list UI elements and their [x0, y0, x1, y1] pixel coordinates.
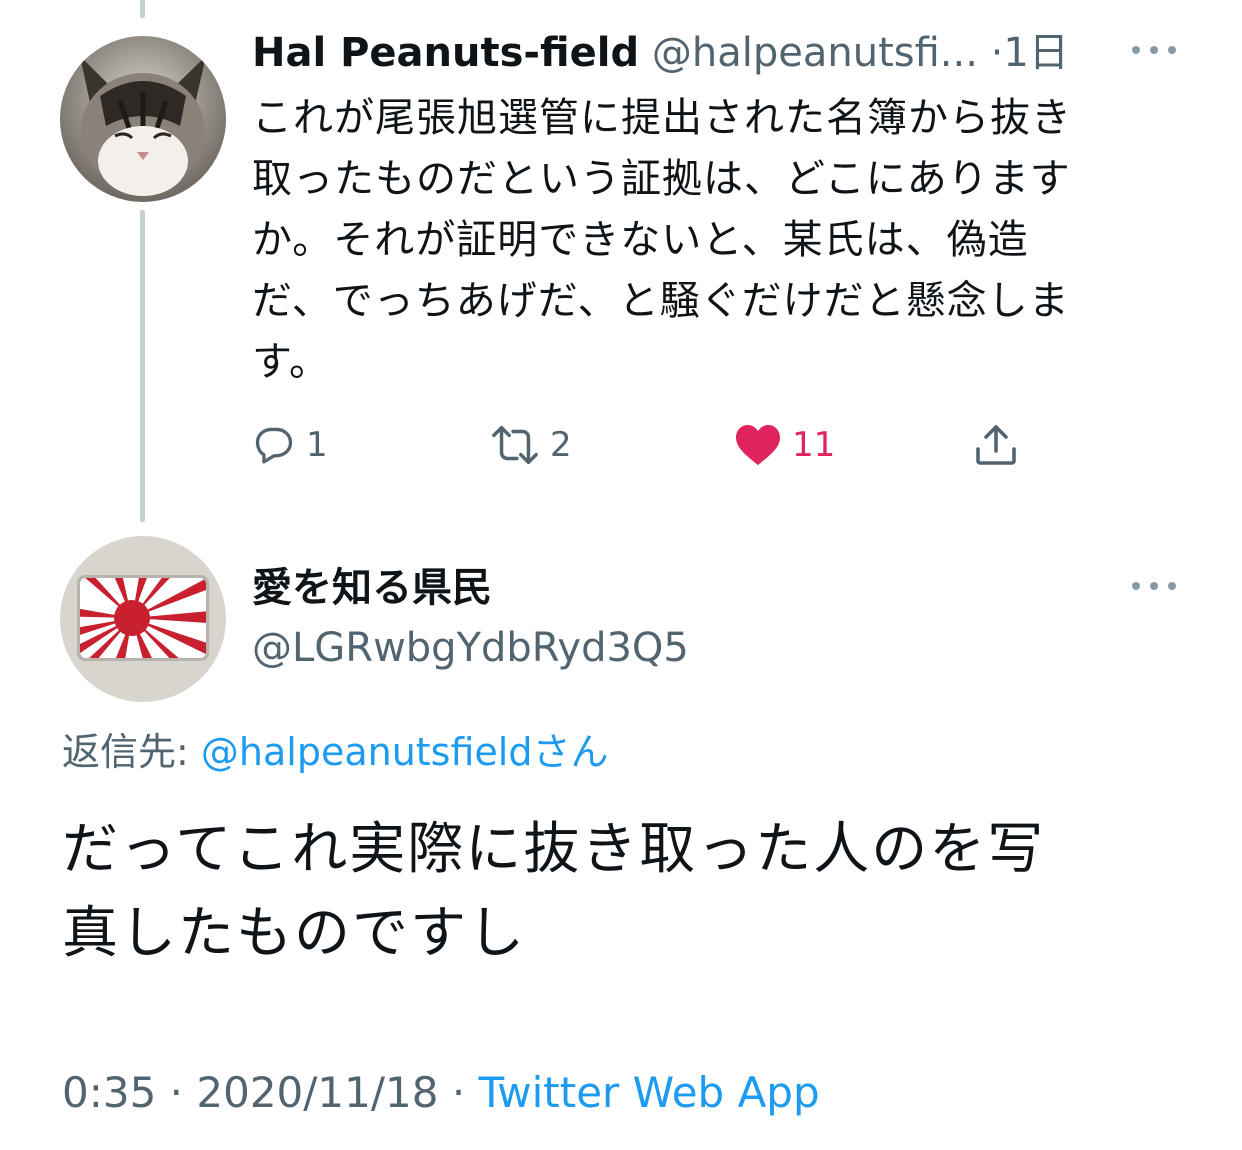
- like-button[interactable]: 11: [734, 418, 835, 472]
- tweet2-text: だってこれ実際に抜き取った人のを写 真したものですし: [62, 817, 1046, 966]
- source-app-link[interactable]: Twitter Web App: [479, 1068, 820, 1117]
- rising-sun-flag-avatar[interactable]: [60, 536, 226, 702]
- more-options-icon[interactable]: [1132, 576, 1176, 596]
- reply-to-label: 返信先:: [62, 730, 201, 774]
- share-button[interactable]: [972, 418, 1020, 472]
- thread-line-top: [140, 0, 145, 18]
- tweet-date[interactable]: 2020/11/18: [196, 1068, 438, 1117]
- meta-separator: ·: [438, 1068, 479, 1117]
- reply-count: 1: [306, 425, 328, 465]
- tweet-time[interactable]: 0:35: [62, 1068, 156, 1117]
- retweet-button[interactable]: 2: [490, 418, 572, 472]
- reply-button[interactable]: 1: [252, 418, 328, 472]
- heart-icon: [734, 423, 782, 467]
- thread-line: [140, 210, 145, 522]
- author-handle[interactable]: @LGRwbgYdbRyd3Q5: [252, 620, 689, 676]
- tweet-time[interactable]: 1日: [1003, 30, 1068, 76]
- retweet-icon: [490, 423, 540, 467]
- like-count: 11: [792, 425, 836, 465]
- author-name[interactable]: Hal Peanuts-field: [252, 30, 639, 76]
- share-icon: [972, 421, 1020, 469]
- author-handle[interactable]: @halpeanutsfi...: [652, 30, 978, 76]
- tweet1-header: Hal Peanuts-field @halpeanutsfi... ·1日: [252, 26, 1069, 80]
- tweet-metadata: 0:35 · 2020/11/18 · Twitter Web App: [62, 1064, 820, 1122]
- tweet1-text: これが尾張旭選管に提出された名簿から抜き 取ったものだという証拠は、どこにありま…: [252, 95, 1072, 385]
- cat-avatar[interactable]: [60, 36, 226, 202]
- reply-icon: [252, 423, 296, 467]
- reply-to-handle-link[interactable]: @halpeanutsfieldさん: [201, 730, 609, 774]
- meta-separator: ·: [156, 1068, 197, 1117]
- author-name[interactable]: 愛を知る県民: [252, 560, 492, 616]
- header-separator: ·: [990, 30, 1004, 76]
- tweet1-actions: 1 2 11: [252, 418, 1072, 472]
- more-options-icon[interactable]: [1132, 40, 1176, 60]
- reply-to-line: 返信先: @halpeanutsfieldさん: [62, 724, 608, 780]
- retweet-count: 2: [550, 425, 572, 465]
